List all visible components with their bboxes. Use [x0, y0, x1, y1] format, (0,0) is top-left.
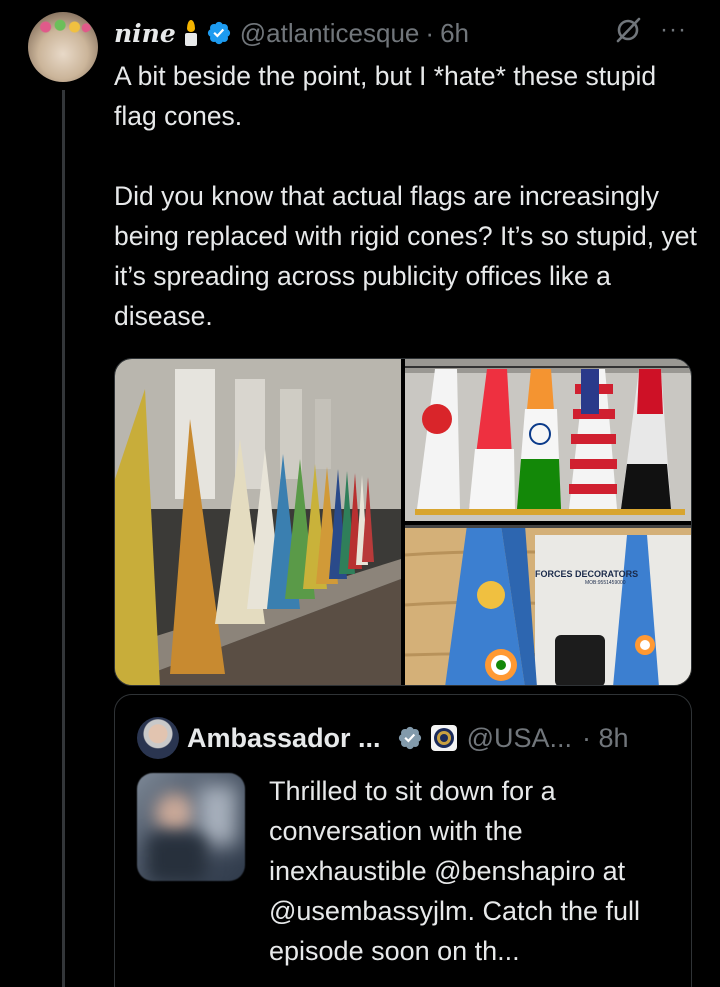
quote-display-name[interactable]: Ambassador ...	[187, 723, 381, 754]
quote-header: Ambassador ... @USA... · 8h	[187, 717, 629, 759]
candle-icon	[184, 20, 198, 46]
display-name[interactable]: nine	[114, 19, 176, 48]
grok-icon[interactable]	[614, 16, 642, 44]
media-image-flag-cones[interactable]	[405, 359, 692, 521]
thread-line	[62, 90, 65, 987]
quote-media-thumbnail[interactable]	[137, 773, 245, 881]
tweet-text: A bit beside the point, but I *hate* the…	[114, 56, 704, 336]
media-image-forces-decorators[interactable]	[405, 525, 692, 686]
author-handle[interactable]: @atlanticesque	[240, 18, 420, 49]
tweet-text-paragraph: A bit beside the point, but I *hate* the…	[114, 61, 657, 131]
author-avatar[interactable]	[28, 12, 98, 82]
tweet-header: nine @atlanticesque · 6h	[114, 14, 469, 52]
media-sign-small-text: MOB:9551459000	[585, 580, 626, 586]
verified-badge-icon[interactable]	[206, 20, 232, 46]
media-image-flag-hall[interactable]	[115, 359, 401, 686]
verified-badge-icon[interactable]	[397, 725, 423, 751]
tweet-text-paragraph: Did you know that actual flags are incre…	[114, 181, 697, 331]
media-sign-text: FORCES DECORATORS	[535, 569, 639, 579]
quote-text: Thrilled to sit down for a conversation …	[269, 776, 641, 966]
dot-separator: ·	[425, 17, 435, 48]
more-icon[interactable]: ···	[660, 18, 687, 42]
tweet-media-grid: FORCES DECORATORS MOB:9551459000	[114, 358, 692, 686]
quote-author-avatar[interactable]	[137, 717, 179, 759]
quoted-tweet[interactable]: Ambassador ... @USA... · 8h Thrilled to …	[114, 694, 692, 987]
timestamp[interactable]: 6h	[440, 18, 469, 49]
quote-handle[interactable]: @USA...	[467, 723, 572, 754]
quote-timestamp[interactable]: · 8h	[582, 723, 629, 754]
us-seal-icon[interactable]	[430, 725, 457, 751]
